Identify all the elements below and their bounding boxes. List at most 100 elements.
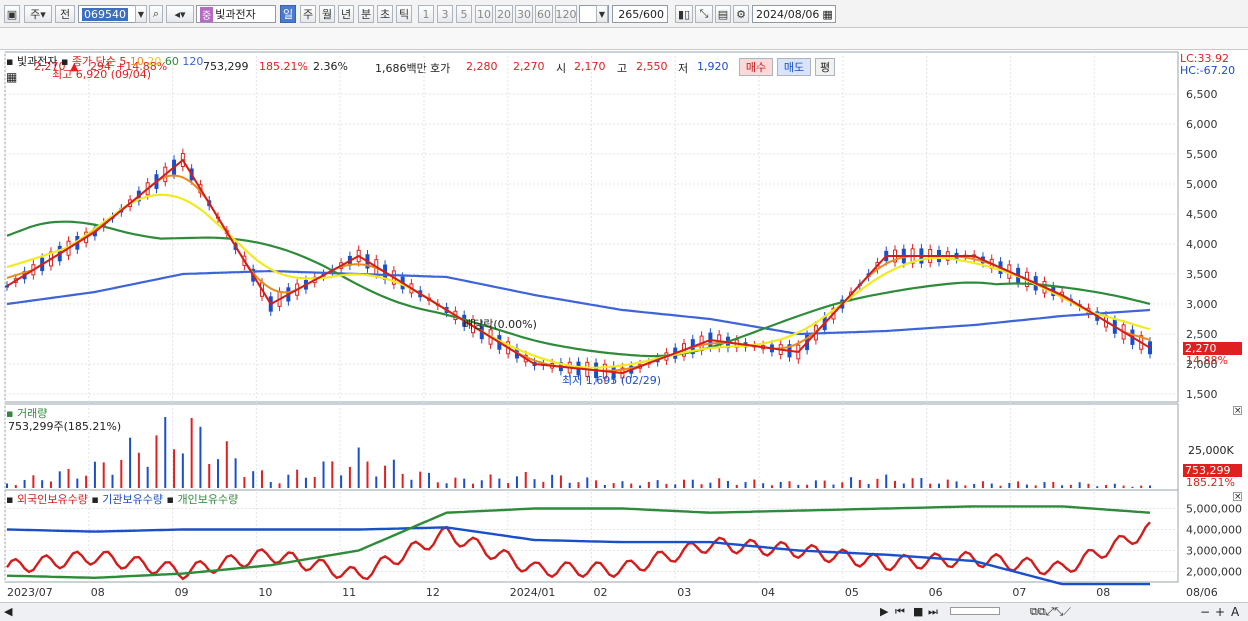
holding-y-tick: 5,000,000	[1186, 503, 1242, 516]
interval-120[interactable]: 120	[555, 5, 577, 23]
x-tick-label: 04	[761, 586, 775, 599]
holding-panel-close-icon[interactable]: ×	[1233, 492, 1242, 502]
scroll-left-icon[interactable]: ◀	[4, 605, 12, 618]
calendar-icon[interactable]: ▦	[822, 8, 832, 21]
code-value: 069540	[82, 7, 128, 21]
volume-bar	[788, 481, 791, 488]
bottom-scrollbar[interactable]: ◀ ▶ ⏮ ■ ⏭ ⧉⧉⤢⤡⟋ − + A	[0, 602, 1248, 621]
x-tick-label: 10	[258, 586, 272, 599]
window-menu-icon[interactable]: ▣	[4, 5, 20, 23]
code-dropdown-icon[interactable]: ▼	[135, 5, 147, 23]
current-pct-tag: 14.88%	[1186, 354, 1228, 367]
volume-bar	[876, 478, 879, 488]
volume-bar	[32, 475, 35, 488]
date-field[interactable]: 2024/08/06 ▦	[752, 5, 836, 23]
volume-bar	[665, 483, 668, 488]
volume-bar	[929, 483, 932, 488]
volume-bar	[885, 474, 888, 488]
volume-bar	[850, 477, 853, 488]
volume-bar	[23, 479, 26, 488]
ma-120-line	[6, 269, 1151, 336]
period-day[interactable]: 일	[280, 5, 296, 23]
volume-bar	[287, 474, 290, 488]
volume-bar	[1149, 485, 1151, 488]
volume-bar	[146, 466, 149, 488]
period-minute[interactable]: 분	[358, 5, 374, 23]
chart-area: 2023/07 08 09 10 11 12 2024/01 02 03 04 05 06 07 08 08…	[0, 50, 1248, 621]
volume-bar	[621, 481, 624, 488]
gear-icon[interactable]: ⚙	[733, 5, 749, 23]
speaker-dropdown-icon[interactable]: ◂▾	[166, 5, 194, 23]
x-tick-label: 08	[91, 586, 105, 599]
volume-bar	[428, 472, 431, 488]
dividend-note: 배당락(0.00%)	[463, 318, 537, 331]
market-dropdown[interactable]: 주 ▾	[24, 5, 52, 23]
volume-bar	[384, 465, 387, 488]
play-icon[interactable]: ▶	[880, 605, 888, 618]
interval-1[interactable]: 1	[418, 5, 434, 23]
forward-icon[interactable]: ⏭	[928, 605, 938, 619]
volume-bar	[392, 459, 395, 488]
volume-bar	[999, 485, 1002, 488]
rewind-icon[interactable]: ⏮	[895, 605, 905, 619]
table-icon[interactable]: ▦	[6, 70, 17, 84]
x-tick-label: 06	[929, 586, 943, 599]
volume-bar	[111, 474, 114, 488]
volume-bar	[164, 417, 167, 488]
volume-bar	[595, 480, 598, 488]
volume-bar	[894, 480, 897, 488]
interval-10[interactable]: 10	[475, 5, 493, 23]
quote-bar: 2,270 ▲ 294 +14.88% 753,299 185.21% 2.36…	[0, 28, 1248, 76]
save-icon[interactable]: ▤	[715, 5, 731, 23]
x-tick-label: 2024/01	[510, 586, 556, 599]
volume-bar	[612, 483, 615, 488]
price-y-tick: 1,500	[1186, 388, 1218, 401]
interval-60[interactable]: 60	[535, 5, 553, 23]
volume-bar	[524, 472, 527, 488]
volume-panel-close-icon[interactable]: ×	[1233, 406, 1242, 416]
zoom-slider[interactable]	[950, 607, 1000, 615]
interval-3[interactable]: 3	[437, 5, 453, 23]
volume-bar	[559, 475, 562, 488]
draw-tool-icon[interactable]: ⤡	[695, 5, 713, 23]
period-second[interactable]: 초	[377, 5, 393, 23]
volume-bar	[700, 484, 703, 488]
interval-30[interactable]: 30	[515, 5, 533, 23]
zoom-out-icon[interactable]: −	[1200, 605, 1210, 619]
volume-bar	[647, 481, 650, 488]
count-field[interactable]: 265/600	[612, 5, 668, 23]
foreign-holding-label: 외국인보유수량	[16, 493, 88, 506]
search-icon[interactable]: ⌕	[149, 5, 163, 23]
period-week[interactable]: 주	[300, 5, 316, 23]
volume-bar	[1043, 482, 1046, 488]
volume-bar	[814, 480, 817, 488]
volume-bar	[1052, 481, 1055, 488]
volume-bar	[1087, 483, 1090, 488]
tools-icon[interactable]: ⧉⧉⤢⤡⟋	[1030, 605, 1071, 619]
interval-5[interactable]: 5	[456, 5, 472, 23]
period-month[interactable]: 월	[319, 5, 335, 23]
high-note: 최고 6,920 (09/04)	[52, 68, 152, 81]
candle-type-icon[interactable]: ▮▯	[675, 5, 693, 23]
volume-bar	[14, 485, 17, 488]
volume-bar	[366, 461, 369, 488]
volume-bar	[709, 482, 712, 488]
period-tick[interactable]: 틱	[396, 5, 412, 23]
date-value: 2024/08/06	[756, 7, 820, 21]
volume-y-tick: 25,000K	[1188, 444, 1234, 457]
interval-dropdown-icon[interactable]: ▼	[596, 5, 608, 23]
stock-name: 빛과전자	[215, 8, 256, 21]
volume-bar	[322, 461, 325, 488]
stop-icon[interactable]: ■	[913, 605, 923, 618]
x-tick-label: 11	[342, 586, 356, 599]
zoom-in-icon[interactable]: +	[1215, 605, 1225, 619]
volume-value-label: 753,299주(185.21%)	[8, 420, 122, 433]
stock-name-field[interactable]: 중 빛과전자	[196, 5, 276, 23]
period-year[interactable]: 년	[338, 5, 354, 23]
font-size-icon[interactable]: A	[1231, 605, 1239, 619]
interval-20[interactable]: 20	[495, 5, 513, 23]
volume-bar	[515, 476, 518, 488]
prev-button[interactable]: 전	[55, 5, 75, 23]
price-y-tick: 5,000	[1186, 178, 1218, 191]
indiv-holding-label: 개인보유수량	[177, 493, 239, 506]
